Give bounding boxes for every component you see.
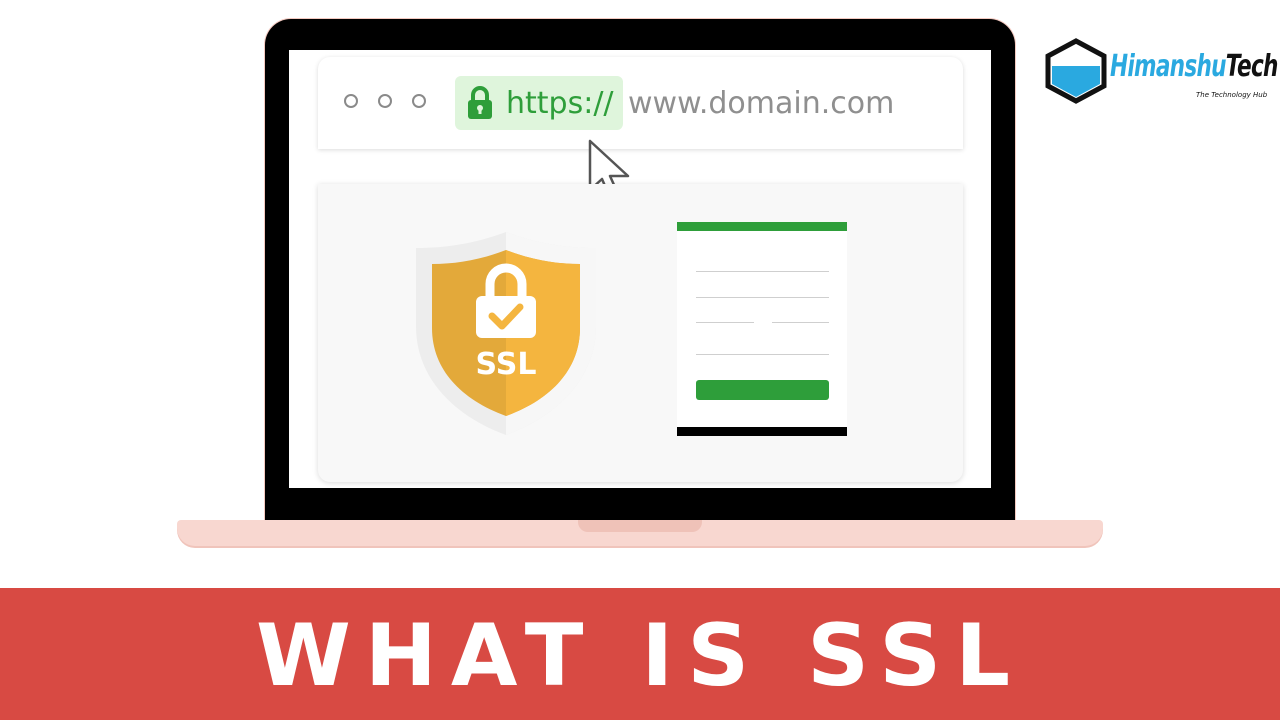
laptop-notch (578, 520, 702, 532)
form-field-line[interactable] (696, 271, 829, 272)
form-field-line[interactable] (696, 297, 829, 298)
banner-title: WHAT IS SSL (255, 606, 1024, 706)
ssl-badge-label: SSL (476, 347, 537, 382)
form-field-line[interactable] (696, 322, 754, 323)
logo-hexagon-icon (1045, 38, 1107, 104)
window-control-dot[interactable] (378, 94, 392, 108)
window-control-dot[interactable] (344, 94, 358, 108)
logo-tagline: The Technology Hub (1196, 91, 1268, 99)
form-field-line[interactable] (696, 354, 829, 355)
ssl-shield-icon: SSL (416, 232, 596, 435)
padlock-icon (468, 86, 492, 119)
url-domain[interactable]: www.domain.com (628, 84, 894, 124)
form-submit-button[interactable] (696, 380, 829, 400)
logo-wordmark: HimanshuTech (1110, 49, 1278, 84)
url-protocol: https:// (506, 86, 614, 121)
window-control-dot[interactable] (412, 94, 426, 108)
form-field-line[interactable] (772, 322, 829, 323)
login-form-card (677, 222, 847, 436)
